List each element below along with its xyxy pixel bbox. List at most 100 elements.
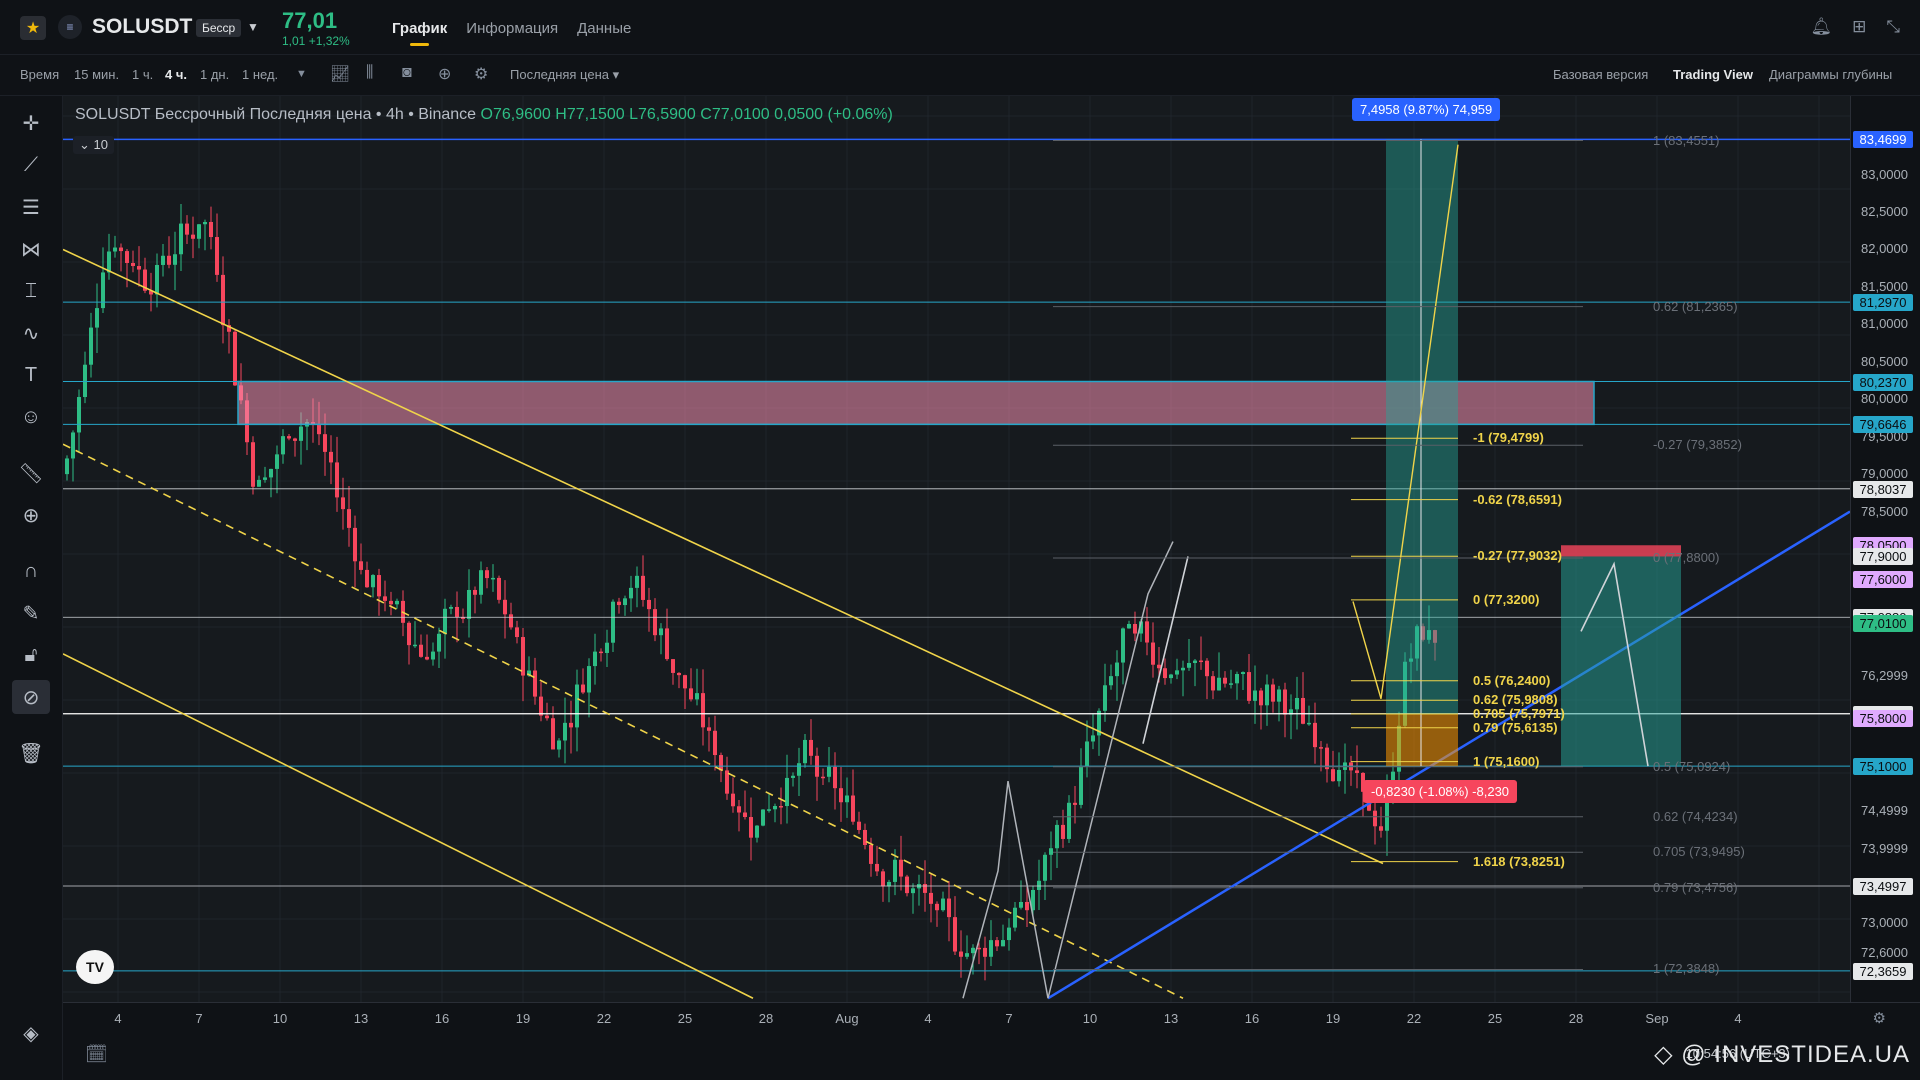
camera-icon[interactable]: ◙ — [402, 64, 412, 82]
candle-body — [1145, 621, 1149, 643]
candle-body — [251, 442, 255, 487]
fib-grey-label: 0.705 (73,9495) — [1653, 844, 1745, 860]
candle-body — [521, 637, 525, 676]
price-level-label: 72,3659 — [1853, 962, 1913, 980]
symbol-dropdown-icon[interactable]: ▼ — [247, 20, 259, 34]
layers-icon[interactable]: ◈ — [12, 1016, 50, 1050]
candle-body — [653, 609, 657, 636]
candle-body — [665, 628, 669, 660]
candle-body — [209, 221, 213, 238]
indicator-collapse[interactable]: ⌄ 10 — [73, 136, 114, 154]
text-icon[interactable]: T — [12, 358, 50, 392]
ruler-icon[interactable]: 📏︎ — [12, 456, 50, 490]
candle-body — [377, 575, 381, 597]
brush-icon[interactable]: ∿ — [12, 316, 50, 350]
interval-dropdown-icon[interactable]: ▼ — [296, 68, 307, 80]
price-axis[interactable]: 83,0000 82,5000 82,0000 81,5000 81,0000 80,50… — [1850, 96, 1920, 1002]
tab-info[interactable]: Информация — [466, 20, 558, 37]
zoom-in-icon[interactable]: ⊕ — [12, 498, 50, 532]
chart-canvas[interactable] — [63, 96, 1850, 1002]
time-axis[interactable]: 4 7 10 13 16 19 22 25 28 Aug 4 7 10 13 16 19 22 25 28 Sep 4 … — [63, 1002, 1920, 1033]
tab-chart[interactable]: График — [392, 20, 447, 46]
interval-1d[interactable]: 1 дн. — [200, 67, 229, 82]
collapse-icon[interactable]: ⤡ — [1886, 17, 1900, 37]
channel-mid-line — [63, 443, 1184, 999]
price-level-label: 79,6646 — [1853, 416, 1913, 434]
tradingview-logo[interactable]: TV — [76, 950, 114, 984]
legend-values: O76,9600 H77,1500 L76,5900 C77,0100 0,05… — [480, 106, 893, 123]
candle-body — [1253, 690, 1257, 701]
price-source-select[interactable]: Последняя цена ▾ — [510, 67, 619, 83]
price-level-label: 81,2970 — [1853, 294, 1913, 312]
fib-grey-label: 0.79 (73,4756) — [1653, 879, 1738, 895]
candle-body — [737, 806, 741, 813]
candle-body — [845, 795, 849, 803]
candle-body — [923, 884, 927, 893]
interval-15m[interactable]: 15 мин. — [74, 67, 119, 82]
price-change: 1,01 +1,32% — [282, 34, 350, 48]
time-tick: 19 — [515, 1011, 531, 1026]
bell-icon[interactable]: 🔔︎ — [1811, 17, 1833, 37]
projection-icon[interactable]: ⌶ — [12, 274, 50, 308]
candle-body — [821, 776, 825, 779]
candle-body — [809, 739, 813, 756]
indicator-icon[interactable]: 📈︎ — [330, 64, 350, 84]
interval-4h[interactable]: 4 ч. — [165, 67, 187, 82]
emoji-icon[interactable]: ☺ — [12, 400, 50, 434]
candle-body — [893, 859, 897, 882]
view-depth[interactable]: Диаграммы глубины — [1769, 67, 1892, 82]
lock-icon[interactable]: 🔓︎ — [12, 638, 50, 672]
candle-body — [275, 454, 279, 469]
interval-1h[interactable]: 1 ч. — [132, 67, 153, 82]
symbol-name[interactable]: SOLUSDT — [92, 15, 192, 39]
view-tradingview[interactable]: Trading View — [1673, 67, 1753, 82]
candle-body — [419, 644, 423, 657]
candle-body — [1235, 674, 1239, 684]
interval-1w[interactable]: 1 нед. — [242, 67, 278, 82]
axis-settings-icon[interactable]: ⚙ — [1873, 1009, 1886, 1027]
tab-data[interactable]: Данные — [577, 20, 631, 37]
fib-yellow-label: -0.27 (77,9032) — [1473, 548, 1562, 564]
calendar-icon[interactable]: 🗓︎ — [85, 1044, 108, 1065]
candle-type-icon[interactable]: ⫼ — [366, 64, 373, 82]
header-icons: 🔔︎ ⊞ ⤡ — [1811, 17, 1900, 37]
candle-body — [1223, 677, 1227, 684]
price-tick: 83,0000 — [1861, 166, 1908, 182]
candle-body — [515, 627, 519, 638]
hide-drawings-icon[interactable]: ⊘ — [12, 680, 50, 714]
pattern-icon[interactable]: ⋈ — [12, 232, 50, 266]
fib-grey-label: 1 (72,3848) — [1653, 961, 1720, 977]
candle-body — [347, 509, 351, 528]
time-tick: Sep — [1645, 1011, 1669, 1026]
candlestick-series — [65, 204, 1437, 981]
time-tick: 7 — [1005, 1011, 1013, 1026]
pencil-lock-icon[interactable]: ✎ — [12, 596, 50, 630]
candle-body — [185, 223, 189, 235]
trash-icon[interactable]: 🗑︎ — [12, 736, 50, 770]
price-chart[interactable]: SOLUSDT Бессрочный Последняя цена • 4h •… — [63, 96, 1850, 1002]
candle-body — [173, 254, 177, 265]
settings-icon[interactable]: ⚙ — [474, 64, 488, 84]
time-tick: 28 — [758, 1011, 774, 1026]
candle-body — [749, 817, 753, 838]
candle-body — [803, 739, 807, 764]
trend-line-icon[interactable]: ⟋ — [12, 148, 50, 182]
price-tick: 78,5000 — [1861, 503, 1908, 519]
fib-yellow-label: 0.5 (76,2400) — [1473, 672, 1551, 688]
candle-body — [1337, 769, 1341, 782]
candle-body — [71, 432, 75, 459]
candle-body — [323, 434, 327, 452]
grid-icon[interactable]: ⊞ — [1852, 17, 1866, 37]
view-basic[interactable]: Базовая версия — [1553, 67, 1648, 82]
parallel-lines-icon[interactable]: ☰ — [12, 190, 50, 224]
magnet-icon[interactable]: ∩ — [12, 554, 50, 588]
candle-body — [1049, 848, 1053, 855]
favorite-star-icon[interactable]: ★ — [20, 16, 46, 40]
candle-body — [1319, 747, 1323, 749]
candle-body — [119, 247, 123, 252]
fib-grey-label: -0.27 (79,3852) — [1653, 437, 1742, 453]
add-icon[interactable]: ⊕ — [438, 64, 451, 84]
time-tick: 4 — [114, 1011, 122, 1026]
crosshair-icon[interactable]: ✛ — [12, 106, 50, 140]
candle-body — [563, 722, 567, 741]
